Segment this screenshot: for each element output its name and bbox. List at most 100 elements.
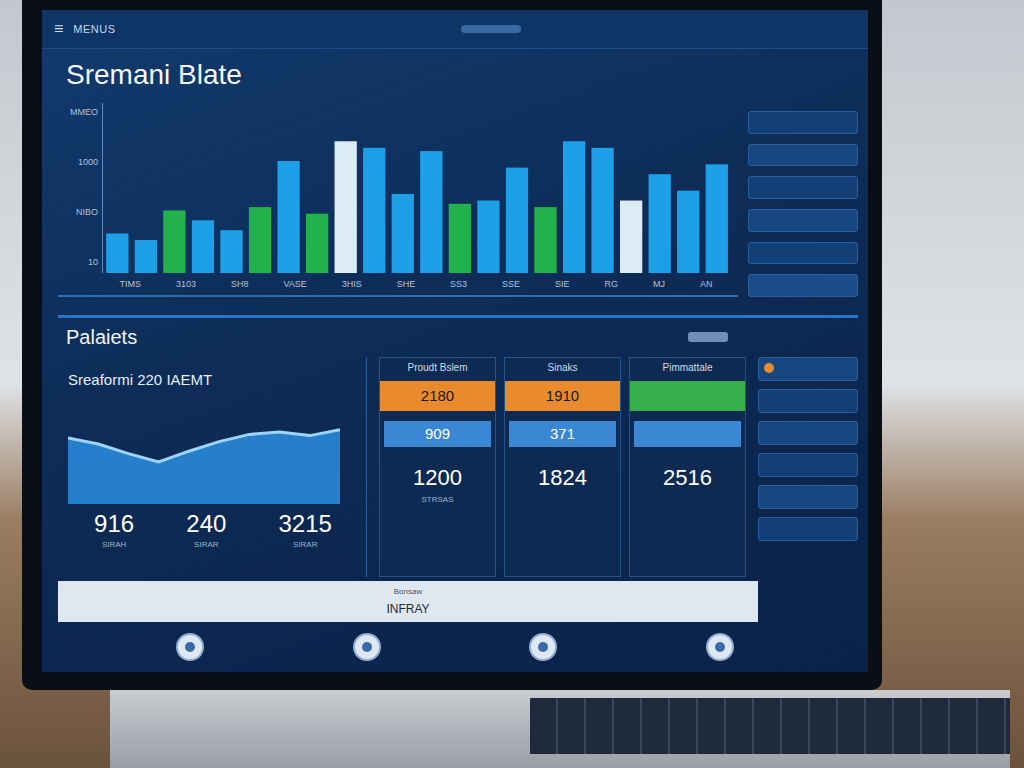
card-value: 1200 <box>413 465 462 491</box>
card-header <box>630 381 745 411</box>
stat-caption: SIRAR <box>194 540 218 549</box>
chart-bar <box>363 148 385 273</box>
stat-value: 240 <box>186 510 226 538</box>
card-mid <box>634 421 741 447</box>
top-bar: ≡ MENUS <box>42 10 868 49</box>
right-item[interactable] <box>758 389 858 413</box>
right-item[interactable] <box>758 421 858 445</box>
divider <box>58 315 858 318</box>
area-chart <box>68 394 340 504</box>
laptop-bezel: ≡MENUSSremani BlateMMEO1000NIBO10TIMS310… <box>22 0 882 690</box>
x-tick: SSE <box>502 279 520 289</box>
chart-bar <box>163 210 185 273</box>
stat-card: Sinaks19103711824 <box>504 357 621 577</box>
chart-bar <box>649 174 671 273</box>
stat-caption: SIRAH <box>102 540 126 549</box>
side-item[interactable] <box>748 209 858 232</box>
x-tick: 3103 <box>176 279 196 289</box>
round-button-icon[interactable] <box>352 632 382 662</box>
side-item[interactable] <box>748 144 858 167</box>
right-item[interactable] <box>758 357 858 381</box>
chart-bar <box>420 151 442 273</box>
right-item[interactable] <box>758 485 858 509</box>
area-line <box>68 429 340 461</box>
section-button[interactable] <box>688 332 728 342</box>
lower-row: Sreaformi 220 IAEMT 916 SIRAH 240 SIRAR 3215 S… <box>42 353 868 577</box>
menu-icon[interactable]: ≡ <box>54 20 63 38</box>
card-caption: STRSAS <box>421 495 453 504</box>
y-axis-line <box>102 103 103 273</box>
trend-card: Sreaformi 220 IAEMT 916 SIRAH 240 SIRAR 3215 S… <box>58 357 367 577</box>
chart-bar <box>534 207 556 273</box>
chart-bar <box>677 191 699 273</box>
stat-value: 3215 <box>279 510 332 538</box>
footer <box>42 622 868 672</box>
round-button-icon[interactable] <box>175 632 205 662</box>
side-item[interactable] <box>748 242 858 265</box>
chart-bar <box>249 207 271 273</box>
chart-bar <box>335 141 357 273</box>
bar-chart: MMEO1000NIBO10TIMS3103SH8VASE3HISSHESS3S… <box>58 97 738 297</box>
x-tick: AN <box>700 279 713 289</box>
side-item[interactable] <box>748 176 858 199</box>
x-tick: RG <box>605 279 619 289</box>
stat-row: 916 SIRAH 240 SIRAR 3215 SIRAR <box>68 510 358 549</box>
y-tick: NIBO <box>58 207 98 217</box>
chart-bar <box>192 220 214 273</box>
x-tick: SIE <box>555 279 570 289</box>
card-label: Proudt Bslem <box>407 358 467 377</box>
x-tick: SS3 <box>450 279 467 289</box>
chart-bar <box>106 233 128 273</box>
card-header: 1910 <box>505 381 620 411</box>
chart-bar <box>620 201 642 273</box>
x-tick: 3HIS <box>342 279 362 289</box>
chart-bar <box>477 201 499 273</box>
dashboard-screen: ≡MENUSSremani BlateMMEO1000NIBO10TIMS310… <box>42 10 868 672</box>
chart-bar <box>392 194 414 273</box>
chart-bar <box>135 240 157 273</box>
chart-bar <box>591 148 613 273</box>
x-tick: VASE <box>283 279 306 289</box>
keyboard <box>530 698 1010 754</box>
card-label: Pimmattale <box>662 358 712 377</box>
section-header: Palaiets <box>42 318 868 353</box>
side-item[interactable] <box>748 274 858 297</box>
stat: 3215 SIRAR <box>279 510 332 549</box>
chart-bar <box>306 214 328 273</box>
stat-caption: SIRAR <box>293 540 317 549</box>
area-fill <box>68 429 340 503</box>
stat-value: 916 <box>94 510 134 538</box>
round-button-icon[interactable] <box>528 632 558 662</box>
stat: 916 SIRAH <box>94 510 134 549</box>
strip-label: INFRAY <box>386 602 429 616</box>
y-tick: 10 <box>58 257 98 267</box>
x-tick: SHE <box>397 279 416 289</box>
bar-chart-plot <box>102 103 730 273</box>
card-mid: 909 <box>384 421 491 447</box>
stat-card: Proudt Bslem 2180 909 1200 STRSAS <box>379 357 496 577</box>
card-label: Sinaks <box>547 358 577 377</box>
side-item[interactable] <box>748 111 858 134</box>
stat-card: Pimmattale2516 <box>629 357 746 577</box>
round-button-icon[interactable] <box>705 632 735 662</box>
photo: ≡MENUSSremani BlateMMEO1000NIBO10TIMS310… <box>0 0 1024 768</box>
stat: 240 SIRAR <box>186 510 226 549</box>
right-list <box>758 357 858 577</box>
section-title: Palaiets <box>66 326 137 349</box>
menu-label[interactable]: MENUS <box>73 23 115 35</box>
x-axis: TIMS3103SH8VASE3HISSHESS3SSESIERGMJAN <box>102 273 730 295</box>
right-item[interactable] <box>758 453 858 477</box>
chart-bar <box>506 168 528 273</box>
strip-caption: Bonsaw <box>394 587 422 596</box>
status-dot-icon <box>764 363 774 373</box>
card-header: 2180 <box>380 381 495 411</box>
y-axis: MMEO1000NIBO10 <box>58 103 102 273</box>
card-mid: 371 <box>509 421 616 447</box>
y-tick: MMEO <box>58 107 98 117</box>
top-indicator <box>461 25 521 33</box>
chart-bar <box>449 204 471 273</box>
right-item[interactable] <box>758 517 858 541</box>
chart-bar <box>220 230 242 273</box>
trend-title: Sreaformi 220 IAEMT <box>68 371 358 388</box>
bottom-strip: Bonsaw INFRAY <box>58 581 758 622</box>
